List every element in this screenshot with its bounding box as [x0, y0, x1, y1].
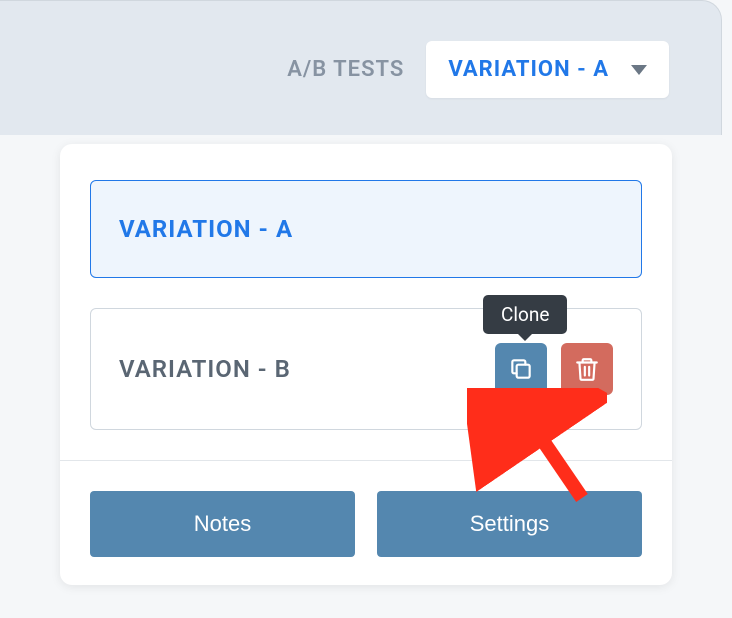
variation-a-label: VARIATION - A [119, 215, 293, 243]
header-content: A/B TESTS VARIATION - A [287, 41, 669, 98]
variation-item-a[interactable]: VARIATION - A [90, 180, 642, 278]
variation-b-actions: Clone [495, 343, 613, 395]
clone-button[interactable] [495, 343, 547, 395]
trash-icon [574, 356, 600, 382]
delete-button[interactable] [561, 343, 613, 395]
ab-tests-label: A/B TESTS [287, 57, 404, 82]
variation-item-b[interactable]: VARIATION - B Clone [90, 308, 642, 430]
copy-icon [508, 356, 534, 382]
chevron-down-icon [631, 65, 647, 75]
panel-inner: VARIATION - A VARIATION - B Clone [60, 144, 672, 430]
variation-b-label: VARIATION - B [119, 355, 291, 383]
clone-tooltip: Clone [483, 295, 567, 334]
variation-dropdown-label: VARIATION - A [448, 57, 609, 82]
header-bar: A/B TESTS VARIATION - A [0, 0, 722, 135]
variations-panel: VARIATION - A VARIATION - B Clone [60, 144, 672, 585]
footer-buttons: Notes Settings [60, 461, 672, 585]
notes-button[interactable]: Notes [90, 491, 355, 557]
settings-button[interactable]: Settings [377, 491, 642, 557]
variation-dropdown[interactable]: VARIATION - A [426, 41, 669, 98]
